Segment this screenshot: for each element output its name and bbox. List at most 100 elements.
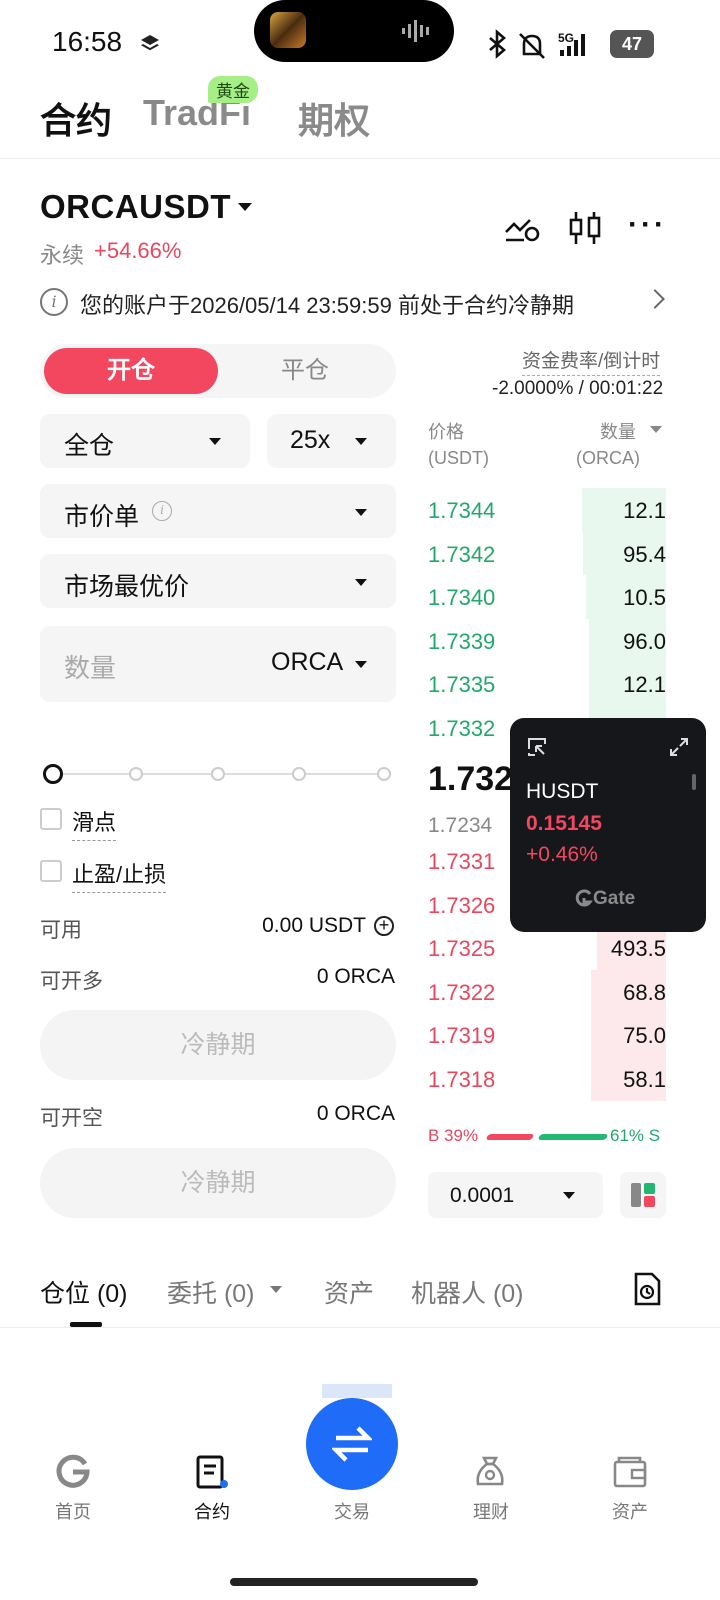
price-type-value: 市场最优价 <box>64 573 190 601</box>
chevron-down-icon[interactable] <box>650 426 662 433</box>
fab-shadow <box>322 1384 392 1398</box>
bid-price[interactable]: 1.7319 <box>428 1023 495 1049</box>
nav-contracts[interactable]: 合约 <box>172 1498 252 1524</box>
tab-assets[interactable]: 资产 <box>324 1274 374 1310</box>
now-playing-artwork <box>270 12 306 48</box>
price-change: +54.66% <box>94 238 182 263</box>
chevron-right-icon[interactable] <box>645 289 665 309</box>
bid-quantity[interactable]: 68.8 <box>576 980 666 1006</box>
ask-quantity[interactable]: 12.1 <box>576 498 666 524</box>
quantity-unit-select[interactable]: ORCA <box>271 648 343 677</box>
leverage-value: 25x <box>290 426 331 454</box>
candlestick-chart-icon[interactable] <box>567 210 603 246</box>
nav-finance[interactable]: 理财 <box>451 1498 531 1524</box>
chevron-down-icon <box>355 509 367 516</box>
margin-mode-value: 全仓 <box>64 432 115 460</box>
home-icon[interactable] <box>55 1454 91 1490</box>
bid-price[interactable]: 1.7318 <box>428 1067 495 1093</box>
cooling-period-notice[interactable]: 您的账户于2026/05/14 23:59:59 前处于合约冷静期 <box>80 288 574 320</box>
slider-step-75[interactable] <box>292 767 306 781</box>
open-long-button[interactable]: 冷静期 <box>40 1010 396 1080</box>
qty-column-header[interactable]: 数量 <box>600 418 636 444</box>
ask-price[interactable]: 1.7340 <box>428 585 495 611</box>
ask-quantity[interactable]: 12.1 <box>576 672 666 698</box>
gate-logo: Gate <box>575 888 635 910</box>
ask-price[interactable]: 1.7344 <box>428 498 495 524</box>
ask-quantity[interactable]: 95.4 <box>576 542 666 568</box>
slider-step-100[interactable] <box>377 767 391 781</box>
nav-trade[interactable]: 交易 <box>312 1498 392 1524</box>
trade-fab-button[interactable] <box>306 1398 398 1490</box>
open-short-button[interactable]: 冷静期 <box>40 1148 396 1218</box>
ask-price[interactable]: 1.7339 <box>428 629 495 655</box>
sell-ratio-label: 61% S <box>610 1126 661 1145</box>
open-position-tab[interactable]: 开仓 <box>44 348 218 394</box>
tab-positions[interactable]: 仓位 (0) <box>40 1274 128 1310</box>
chevron-down-icon[interactable] <box>270 1286 282 1293</box>
mute-icon <box>519 33 545 59</box>
info-icon[interactable]: i <box>152 501 172 521</box>
bid-price[interactable]: 1.7326 <box>428 893 495 919</box>
more-options-icon[interactable]: ··· <box>628 208 667 242</box>
tpsl-checkbox[interactable] <box>40 860 62 882</box>
transfer-plus-icon[interactable]: + <box>374 916 394 936</box>
price-alert-icon[interactable] <box>504 210 540 246</box>
slider-step-25[interactable] <box>129 767 143 781</box>
max-short-label: 可开空 <box>40 1107 103 1130</box>
picture-in-picture-icon[interactable] <box>526 736 548 758</box>
contract-type-label: 永续 <box>40 243 85 268</box>
orderbook-layout-button[interactable] <box>620 1172 666 1218</box>
ask-price[interactable]: 1.7332 <box>428 716 495 742</box>
slippage-checkbox[interactable] <box>40 808 62 830</box>
tabs-divider <box>0 1327 720 1328</box>
bid-price[interactable]: 1.7322 <box>428 980 495 1006</box>
chevron-down-icon <box>355 661 367 668</box>
layers-icon <box>141 35 159 51</box>
contracts-icon[interactable] <box>194 1454 230 1490</box>
symbol-selector[interactable]: ORCAUSDT <box>40 188 231 226</box>
expand-icon[interactable] <box>668 736 690 758</box>
chevron-down-icon <box>355 438 367 445</box>
bid-price[interactable]: 1.7331 <box>428 849 495 875</box>
home-indicator[interactable] <box>230 1578 478 1586</box>
available-value: 0.00 USDT <box>262 914 366 937</box>
max-short-value: 0 ORCA <box>316 1102 395 1125</box>
buy-ratio-label: B 39% <box>428 1126 479 1145</box>
tab-bots[interactable]: 机器人 (0) <box>411 1274 524 1310</box>
slider-step-50[interactable] <box>211 767 225 781</box>
bid-quantity[interactable]: 58.1 <box>576 1067 666 1093</box>
chevron-down-icon[interactable] <box>238 203 252 211</box>
tpsl-label[interactable]: 止盈/止损 <box>72 857 167 893</box>
history-icon[interactable] <box>632 1272 662 1306</box>
ask-price[interactable]: 1.7335 <box>428 672 495 698</box>
finance-icon[interactable] <box>472 1454 508 1490</box>
header-divider <box>0 158 720 159</box>
svg-text:5G: 5G <box>558 31 574 45</box>
slippage-label[interactable]: 滑点 <box>72 805 117 841</box>
nav-assets[interactable]: 资产 <box>590 1498 670 1524</box>
available-label: 可用 <box>40 919 82 942</box>
chevron-down-icon <box>209 438 221 445</box>
tab-contracts[interactable]: 合约 <box>40 92 112 144</box>
gate-brand-text: Gate <box>593 888 636 909</box>
bid-price[interactable]: 1.7325 <box>428 936 495 962</box>
wallet-icon[interactable] <box>612 1454 648 1490</box>
tab-options[interactable]: 期权 <box>298 92 370 144</box>
ask-price[interactable]: 1.7342 <box>428 542 495 568</box>
bid-quantity[interactable]: 75.0 <box>576 1023 666 1049</box>
funding-rate-label[interactable]: 资金费率/倒计时 <box>522 346 661 376</box>
last-price[interactable]: 1.732 <box>428 760 513 799</box>
mark-price: 1.7234 <box>428 814 493 837</box>
close-position-tab[interactable]: 平仓 <box>218 348 392 394</box>
ask-quantity[interactable]: 10.5 <box>576 585 666 611</box>
bluetooth-icon <box>489 29 506 59</box>
quantity-slider-handle[interactable] <box>43 764 63 784</box>
chevron-down-icon <box>355 579 367 586</box>
tab-orders[interactable]: 委托 (0) <box>167 1274 255 1310</box>
info-icon: i <box>40 288 68 316</box>
leverage-select[interactable] <box>267 414 396 468</box>
bid-quantity[interactable]: 493.5 <box>576 936 666 962</box>
ask-quantity[interactable]: 96.0 <box>576 629 666 655</box>
widget-scrollbar[interactable] <box>692 774 696 790</box>
nav-home[interactable]: 首页 <box>33 1498 113 1524</box>
